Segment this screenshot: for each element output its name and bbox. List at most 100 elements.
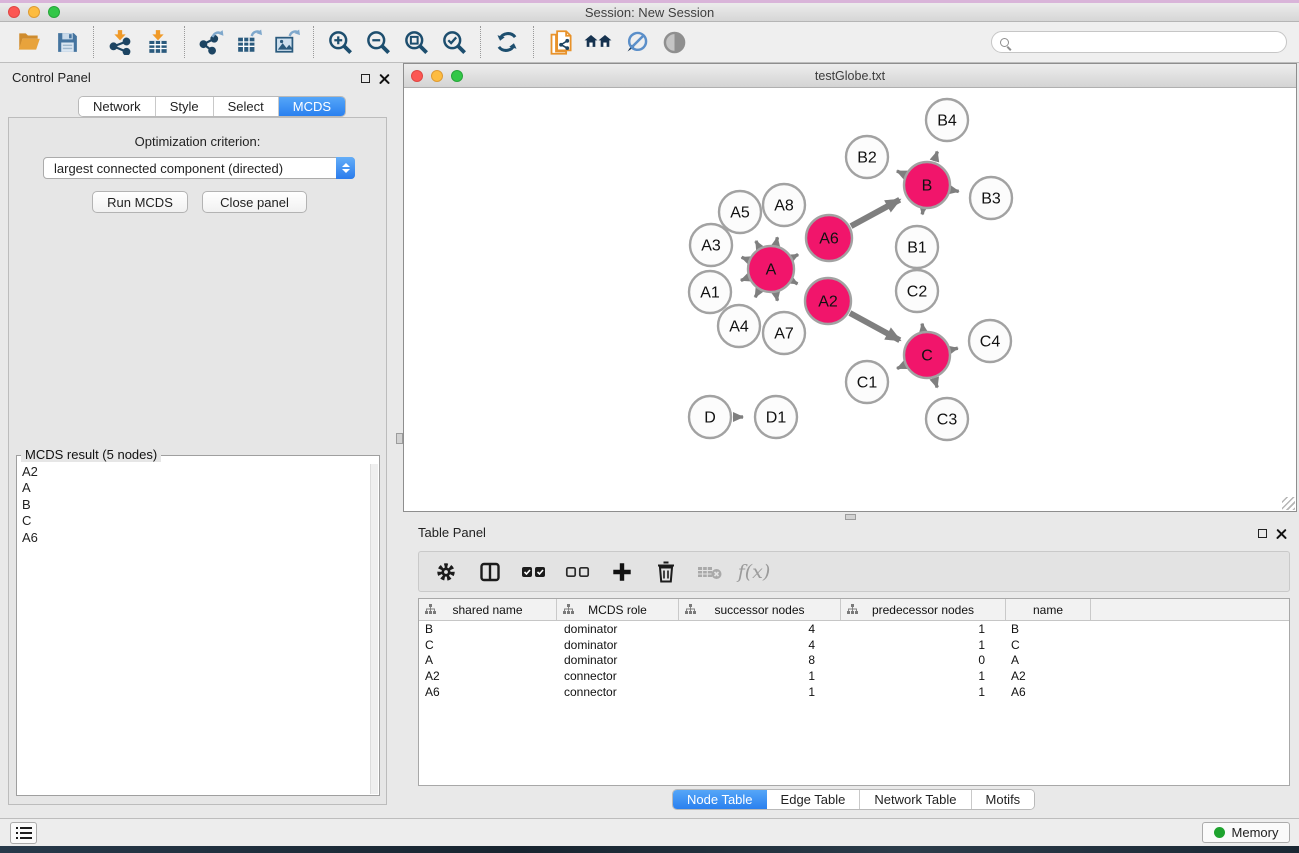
cell-name[interactable]: C bbox=[1006, 638, 1091, 652]
close-window-button[interactable] bbox=[8, 6, 20, 18]
column-header-shared-name[interactable]: shared name bbox=[419, 599, 557, 620]
cell-predecessor-nodes[interactable]: 1 bbox=[841, 622, 1006, 636]
edge-C-C2[interactable] bbox=[922, 324, 923, 331]
cell-mcds-role[interactable]: dominator bbox=[557, 622, 679, 636]
tab-node-table[interactable]: Node Table bbox=[673, 790, 767, 809]
edge-A2-C[interactable] bbox=[850, 313, 900, 340]
result-item-a6[interactable]: A6 bbox=[22, 530, 369, 546]
result-scrollbar[interactable] bbox=[370, 464, 378, 794]
cell-shared-name[interactable]: A bbox=[419, 653, 557, 667]
zoom-selected-button[interactable] bbox=[435, 25, 473, 59]
float-table-panel-icon[interactable] bbox=[1258, 529, 1267, 538]
tab-select[interactable]: Select bbox=[214, 97, 279, 116]
cell-shared-name[interactable]: C bbox=[419, 638, 557, 652]
show-details-button[interactable] bbox=[655, 25, 693, 59]
edge-A-A3[interactable] bbox=[742, 257, 748, 259]
cell-successor-nodes[interactable]: 1 bbox=[679, 669, 841, 683]
tab-mcds[interactable]: MCDS bbox=[279, 97, 345, 116]
tab-style[interactable]: Style bbox=[156, 97, 214, 116]
edge-A-A1[interactable] bbox=[741, 278, 748, 281]
close-panel-button[interactable]: Close panel bbox=[202, 191, 307, 213]
zoom-network-button[interactable] bbox=[451, 70, 463, 82]
delete-columns-button[interactable] bbox=[651, 557, 681, 587]
tab-edge-table[interactable]: Edge Table bbox=[767, 790, 861, 809]
save-session-button[interactable] bbox=[48, 25, 86, 59]
cell-mcds-role[interactable]: connector bbox=[557, 685, 679, 699]
criterion-dropdown[interactable]: largest connected component (directed) bbox=[43, 157, 355, 179]
export-network-button[interactable] bbox=[192, 25, 230, 59]
edge-B-B2[interactable] bbox=[897, 171, 904, 174]
edge-B-B3[interactable] bbox=[952, 190, 959, 191]
window-resize-grip[interactable] bbox=[1282, 497, 1295, 510]
column-header-predecessor-nodes[interactable]: predecessor nodes bbox=[841, 599, 1006, 620]
cell-shared-name[interactable]: A2 bbox=[419, 669, 557, 683]
edge-A6-B[interactable] bbox=[851, 200, 900, 226]
zoom-out-button[interactable] bbox=[359, 25, 397, 59]
zoom-in-button[interactable] bbox=[321, 25, 359, 59]
cell-successor-nodes[interactable]: 8 bbox=[679, 653, 841, 667]
result-item-a2[interactable]: A2 bbox=[22, 464, 369, 480]
result-item-a[interactable]: A bbox=[22, 480, 369, 496]
cell-name[interactable]: A6 bbox=[1006, 685, 1091, 699]
zoom-window-button[interactable] bbox=[48, 6, 60, 18]
network-graph-canvas[interactable]: AA1A2A3A4A5A6A7A8BB1B2B3B4CC1C2C3C4DD1 bbox=[404, 88, 1296, 511]
cell-successor-nodes[interactable]: 1 bbox=[679, 685, 841, 699]
show-panels-button[interactable] bbox=[10, 822, 37, 844]
cell-shared-name[interactable]: A6 bbox=[419, 685, 557, 699]
cell-name[interactable]: B bbox=[1006, 622, 1091, 636]
import-network-button[interactable] bbox=[101, 25, 139, 59]
tab-network[interactable]: Network bbox=[79, 97, 156, 116]
cell-shared-name[interactable]: B bbox=[419, 622, 557, 636]
table-row-b[interactable]: Bdominator41B bbox=[419, 621, 1289, 637]
float-panel-icon[interactable] bbox=[361, 74, 370, 83]
cell-mcds-role[interactable]: dominator bbox=[557, 653, 679, 667]
cell-mcds-role[interactable]: dominator bbox=[557, 638, 679, 652]
run-mcds-button[interactable]: Run MCDS bbox=[92, 191, 188, 213]
import-table-button[interactable] bbox=[139, 25, 177, 59]
show-all-windows-button[interactable] bbox=[579, 25, 617, 59]
edge-C-C3[interactable] bbox=[935, 379, 938, 388]
refresh-button[interactable] bbox=[488, 25, 526, 59]
close-table-panel-icon[interactable] bbox=[1276, 528, 1287, 539]
edge-A-A5[interactable] bbox=[756, 241, 759, 247]
edge-A-A2[interactable] bbox=[793, 281, 798, 284]
memory-button[interactable]: Memory bbox=[1202, 822, 1290, 843]
show-columns-button[interactable] bbox=[475, 557, 505, 587]
cell-successor-nodes[interactable]: 4 bbox=[679, 622, 841, 636]
cell-mcds-role[interactable]: connector bbox=[557, 669, 679, 683]
table-row-a[interactable]: Adominator80A bbox=[419, 653, 1289, 669]
edge-B-B4[interactable] bbox=[934, 152, 937, 162]
edge-C-C4[interactable] bbox=[951, 348, 957, 349]
result-item-c[interactable]: C bbox=[22, 513, 369, 529]
column-header-name[interactable]: name bbox=[1006, 599, 1091, 620]
search-input[interactable] bbox=[1014, 35, 1278, 49]
table-row-a2[interactable]: A2connector11A2 bbox=[419, 668, 1289, 684]
table-row-a6[interactable]: A6connector11A6 bbox=[419, 684, 1289, 700]
horizontal-splitter-handle[interactable] bbox=[845, 514, 856, 520]
cell-predecessor-nodes[interactable]: 1 bbox=[841, 685, 1006, 699]
zoom-fit-button[interactable] bbox=[397, 25, 435, 59]
create-column-button[interactable] bbox=[607, 557, 637, 587]
cell-predecessor-nodes[interactable]: 0 bbox=[841, 653, 1006, 667]
edge-A-A7[interactable] bbox=[776, 294, 777, 301]
cell-name[interactable]: A2 bbox=[1006, 669, 1091, 683]
open-session-button[interactable] bbox=[10, 25, 48, 59]
export-image-button[interactable] bbox=[268, 25, 306, 59]
close-panel-icon[interactable] bbox=[379, 73, 390, 84]
edge-A-A8[interactable] bbox=[776, 237, 777, 244]
column-header-successor-nodes[interactable]: successor nodes bbox=[679, 599, 841, 620]
hide-details-button[interactable] bbox=[617, 25, 655, 59]
deselect-all-button[interactable] bbox=[563, 557, 593, 587]
edge-A-A4[interactable] bbox=[755, 291, 759, 297]
edge-A-A6[interactable] bbox=[793, 255, 798, 258]
network-from-selection-button[interactable] bbox=[541, 25, 579, 59]
select-all-button[interactable] bbox=[519, 557, 549, 587]
export-table-button[interactable] bbox=[230, 25, 268, 59]
cell-successor-nodes[interactable]: 4 bbox=[679, 638, 841, 652]
cell-predecessor-nodes[interactable]: 1 bbox=[841, 638, 1006, 652]
minimize-window-button[interactable] bbox=[28, 6, 40, 18]
cell-name[interactable]: A bbox=[1006, 653, 1091, 667]
delete-table-button[interactable] bbox=[695, 557, 725, 587]
tab-motifs[interactable]: Motifs bbox=[972, 790, 1035, 809]
function-builder-button[interactable]: f(x) bbox=[739, 557, 769, 587]
